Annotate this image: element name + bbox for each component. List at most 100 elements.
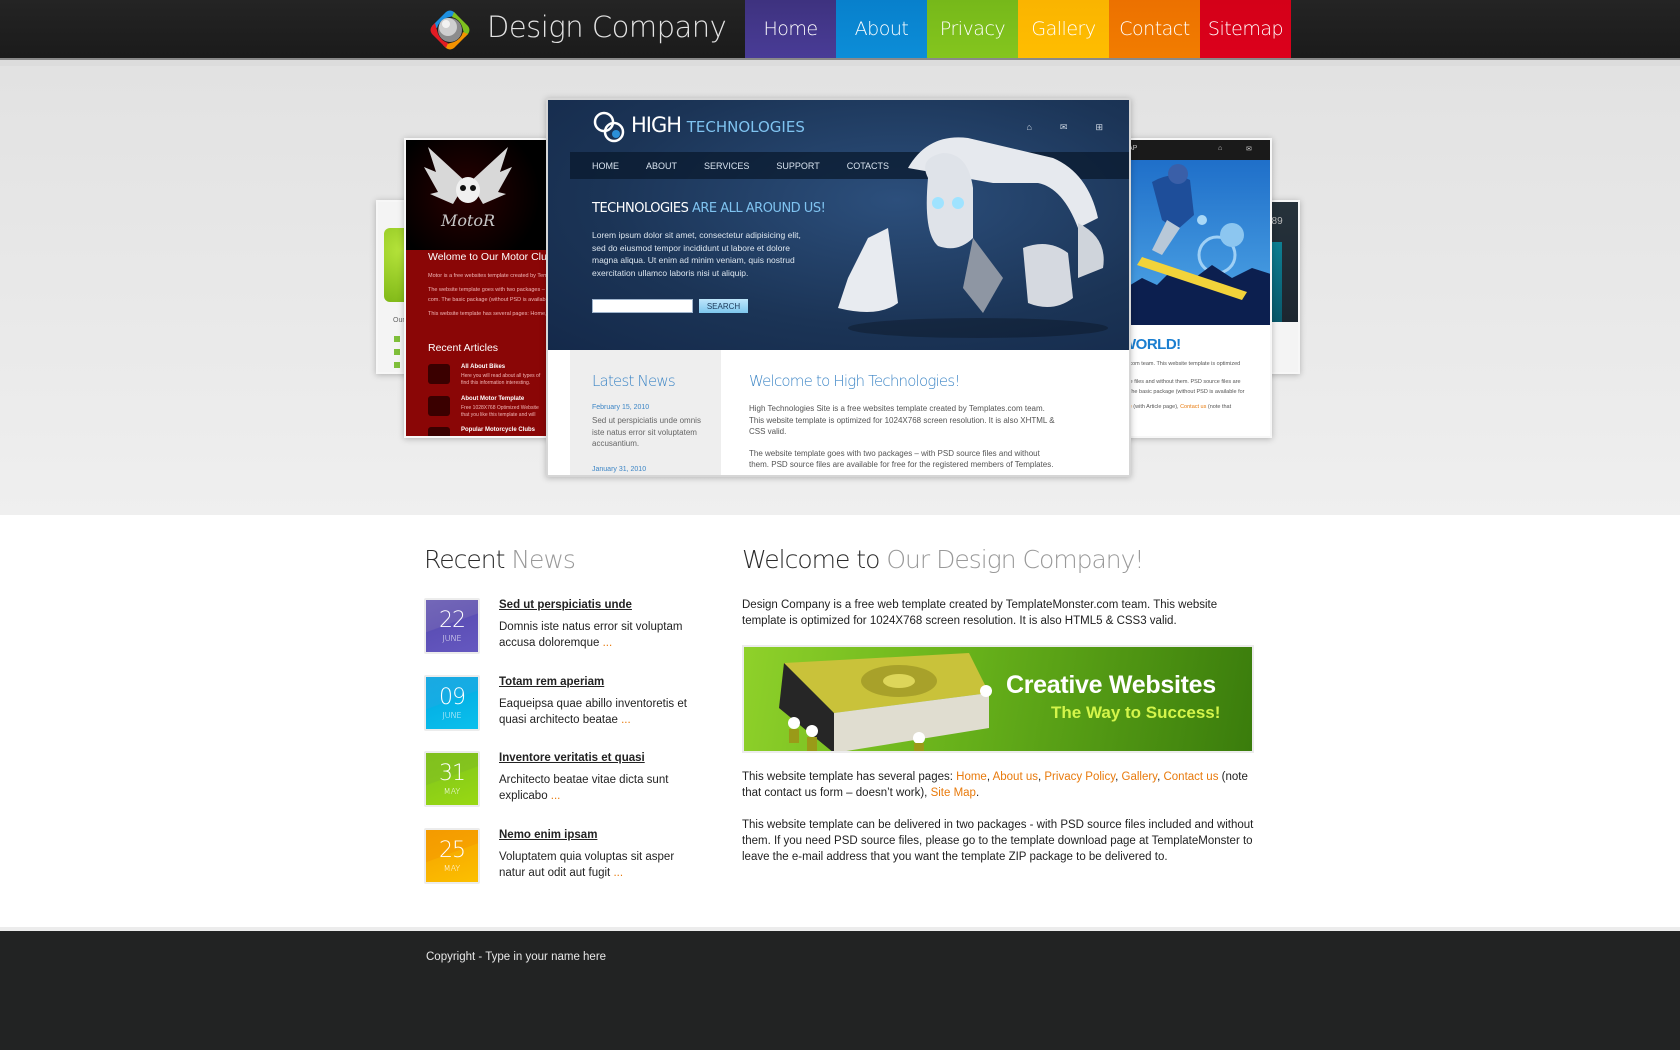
motor-line: The website template goes with two packa… (428, 287, 545, 293)
news-item: 22 JUNE Sed ut perspiciatis unde Domnis … (424, 598, 704, 658)
nav-gallery[interactable]: Gallery (1018, 0, 1109, 60)
ht-header: HIGH TECHNOLOGIES ⌂ ✉ ⊞ HOME ABOUT SERVI… (548, 100, 1129, 350)
ht-side-text: Sed ut perspiciatis unde omnis iste natu… (592, 416, 701, 448)
date-badge: 09 JUNE (424, 675, 480, 731)
motor-line: This website template has several pages:… (428, 311, 547, 317)
ht-search-button[interactable]: SEARCH (699, 299, 748, 313)
skull-thumb-icon (428, 396, 450, 416)
article-desc: Here you will read about all types of fin… (461, 373, 541, 386)
bullet-icon (394, 336, 400, 342)
snowboarder-artwork (1122, 160, 1270, 325)
welcome-intro: Design Company is a free web template cr… (742, 599, 1218, 627)
winged-skull-icon: MotoR (424, 147, 512, 230)
nav-about[interactable]: About (836, 0, 927, 60)
news-item: 25 MAY Nemo enim ipsam Voluptatem quia v… (424, 828, 704, 888)
banner-headline: Creative Websites (1006, 671, 1216, 699)
motor-header: MotoR (406, 140, 552, 250)
news-title-link[interactable]: Inventore veritatis et quasi (499, 752, 645, 764)
date-badge: 25 MAY (424, 828, 480, 884)
main-nav: Home About Privacy Gallery Contact Sitem… (745, 0, 1291, 64)
motor-title: Welome to Our Motor Club (428, 251, 553, 263)
creative-websites-banner[interactable]: Creative Websites The Way to Success! (742, 645, 1254, 753)
snow-top-bar: AP ⌂ ✉ (1122, 140, 1270, 160)
date-badge: 22 JUNE (424, 598, 480, 654)
news-excerpt: Domnis iste natus error sit voluptam acc… (499, 621, 683, 649)
nav-contact[interactable]: Contact (1109, 0, 1200, 60)
link-home[interactable]: Home (956, 771, 987, 783)
bullet-icon (394, 362, 400, 368)
ht-search-input[interactable] (592, 299, 693, 313)
home-icon: ⌂ (1218, 145, 1223, 152)
article-item[interactable]: Popular Motorcycle Clubs (428, 427, 552, 436)
snowboarder-illustration (1122, 164, 1270, 325)
packages-paragraph: This website template can be delivered i… (742, 819, 1254, 863)
ht-content: Latest News February 15, 2010 Sed ut per… (548, 350, 1129, 475)
contact-link[interactable]: Contact us (1180, 404, 1206, 410)
snow-text: es.com team. This website template is op… (1122, 361, 1245, 410)
news-title-link[interactable]: Sed ut perspiciatis unde (499, 599, 632, 611)
article-item[interactable]: About Motor Template Free 1028X768 Optim… (428, 396, 552, 420)
bullet-icon (394, 349, 400, 355)
preview-motor-club[interactable]: MotoR Welome to Our Motor Club Motor is … (404, 138, 554, 438)
article-desc: Free 1028X768 Optimized Website that you … (461, 405, 539, 418)
skull-thumb-icon (428, 364, 450, 384)
ht-sidebar (570, 350, 721, 475)
article-title: All About Bikes (461, 364, 506, 370)
read-more-link[interactable]: ... (621, 714, 631, 726)
pages-paragraph: This website template has several pages:… (742, 771, 1248, 799)
welcome-section: Welcome to Our Design Company! Design Co… (742, 545, 1262, 863)
brand-name[interactable]: Design Company (487, 10, 727, 44)
date-badge: 31 MAY (424, 751, 480, 807)
preview-label: Our (393, 317, 405, 324)
book-illustration (779, 653, 992, 751)
preview-snowboard[interactable]: AP ⌂ ✉ WORLD! es.com team. This website … (1120, 138, 1272, 438)
ht-main-title: Welcome to High Technologies! (749, 372, 960, 390)
ht-logo-icon (593, 111, 625, 143)
article-title: About Motor Template (461, 396, 525, 402)
ht-nav-home[interactable]: HOME (592, 161, 619, 171)
recent-news-title: Recent News (424, 545, 576, 574)
svg-text:MotoR: MotoR (440, 211, 495, 230)
news-item: 09 JUNE Totam rem aperiam Eaqueipsa quae… (424, 675, 704, 735)
read-more-link[interactable]: ... (551, 790, 561, 802)
motor-text: Motor is a free websites template create… (428, 271, 550, 319)
read-more-link[interactable]: ... (603, 637, 613, 649)
site-header: Design Company Home About Privacy Galler… (0, 0, 1680, 64)
read-more-link[interactable]: ... (613, 867, 623, 879)
preview-high-technologies[interactable]: HIGH TECHNOLOGIES ⌂ ✉ ⊞ HOME ABOUT SERVI… (546, 98, 1131, 477)
nav-privacy[interactable]: Privacy (927, 0, 1018, 60)
news-excerpt: Eaqueipsa quae abillo inventoretis et qu… (499, 698, 687, 726)
news-item: 31 MAY Inventore veritatis et quasi Arch… (424, 751, 704, 811)
skull-thumb-icon (428, 427, 450, 436)
ht-date: February 15, 2010 (592, 404, 650, 411)
banner-tagline: The Way to Success! (1051, 703, 1221, 722)
link-site-map[interactable]: Site Map (931, 787, 976, 799)
news-title-link[interactable]: Totam rem aperiam (499, 676, 604, 688)
motor-line: com. The basic package (without PSD is a… (428, 297, 550, 303)
site-footer: Copyright - Type in your name here (0, 931, 1680, 1050)
ht-side-title: Latest News (592, 372, 676, 390)
nav-home[interactable]: Home (745, 0, 836, 64)
welcome-title: Welcome to Our Design Company! (742, 545, 1144, 574)
link-about-us[interactable]: About us (993, 771, 1038, 783)
news-excerpt: Architecto beatae vitae dicta sunt expli… (499, 774, 669, 802)
robot-illustration (838, 137, 1108, 338)
ht-date: January 31, 2010 (592, 466, 647, 473)
ht-main-text: High Technologies Site is a free website… (749, 404, 1055, 469)
link-gallery[interactable]: Gallery (1122, 771, 1158, 783)
nav-sitemap[interactable]: Sitemap (1200, 0, 1291, 60)
copyright-text: Copyright - Type in your name here (426, 951, 607, 963)
link-privacy-policy[interactable]: Privacy Policy (1044, 771, 1115, 783)
ht-nav-about[interactable]: ABOUT (646, 161, 677, 171)
news-excerpt: Voluptatem quia voluptas sit asper natur… (499, 851, 675, 879)
recent-news-section: Recent News 22 JUNE Sed ut perspiciatis … (424, 545, 704, 884)
motor-line: Motor is a free websites template create… (428, 273, 548, 279)
article-title: Popular Motorcycle Clubs (461, 427, 536, 433)
link-contact-us[interactable]: Contact us (1163, 771, 1218, 783)
ht-nav-services[interactable]: SERVICES (704, 161, 749, 171)
mail-icon: ✉ (1246, 146, 1252, 153)
recent-articles-title: Recent Articles (428, 342, 499, 354)
news-title-link[interactable]: Nemo enim ipsam (499, 829, 597, 841)
article-item[interactable]: All About Bikes Here you will read about… (428, 364, 552, 388)
colorful-ring-logo-icon[interactable] (424, 4, 476, 56)
